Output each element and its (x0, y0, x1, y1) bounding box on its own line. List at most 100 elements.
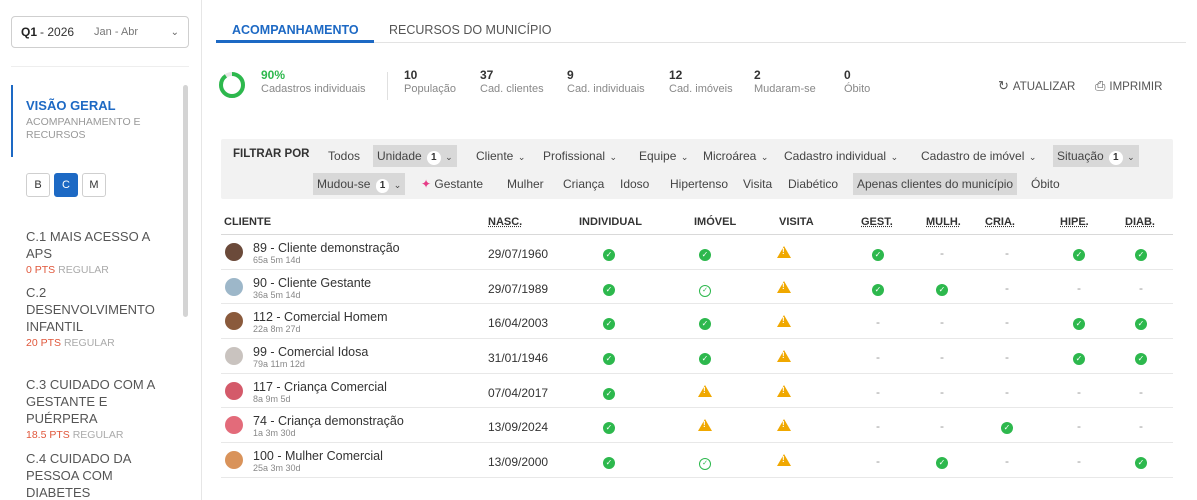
client-name[interactable]: 100 - Mulher Comercial (253, 449, 383, 463)
empty-value: - (1139, 384, 1143, 399)
filter-cad-individual[interactable]: Cadastro individual ⌄ (780, 145, 902, 167)
empty-value: - (1077, 419, 1081, 434)
overview-title[interactable]: VISÃO GERAL (26, 98, 116, 113)
cell-hipe: - (1072, 385, 1086, 399)
check-icon: ✓ (603, 422, 615, 435)
cell-gest: - (871, 350, 885, 364)
sidebar-item-c4[interactable]: C.4 CUIDADO DA PESSOA COM DIABETES (26, 450, 176, 500)
client-name[interactable]: 89 - Cliente demonstração (253, 241, 400, 255)
client-name[interactable]: 117 - Criança Comercial (253, 380, 387, 394)
cell-imovel: ✓ (698, 454, 712, 471)
table-row[interactable]: 90 - Cliente Gestante 36a 5m 14d 29/07/198… (221, 270, 1173, 305)
cell-imovel (698, 384, 712, 399)
th-cliente[interactable]: CLIENTE (224, 216, 271, 228)
table-row[interactable]: 99 - Comercial Idosa 79a 11m 12d 31/01/194… (221, 339, 1173, 374)
quarter-select[interactable]: Q1 - 2026 Jan - Abr ⌄ (11, 16, 189, 48)
cell-gest: - (871, 385, 885, 399)
filter-crianca[interactable]: Criança (559, 173, 608, 195)
th-imovel[interactable]: IMÓVEL (694, 216, 736, 228)
refresh-button[interactable]: ↻ ATUALIZAR (998, 78, 1075, 94)
th-cria[interactable]: CRIA. (985, 216, 1015, 228)
check-icon: ✓ (699, 353, 711, 366)
empty-value: - (876, 350, 880, 365)
cell-imovel (698, 419, 712, 433)
empty-value: - (1077, 454, 1081, 469)
cell-diab: - (1134, 281, 1148, 295)
cell-diab: ✓ (1134, 315, 1148, 331)
cell-diab: - (1134, 419, 1148, 433)
table-row[interactable]: 74 - Criança demonstração 1a 3m 30d 13/09/… (221, 408, 1173, 444)
filter-unidade[interactable]: Unidade 1 ⌄ (373, 145, 457, 167)
empty-value: - (940, 419, 944, 434)
client-name[interactable]: 99 - Comercial Idosa (253, 345, 368, 359)
filter-cliente[interactable]: Cliente ⌄ (472, 145, 529, 167)
filter-visita[interactable]: Visita (739, 173, 776, 195)
sidebar-item-title: C.4 CUIDADO DA PESSOA COM DIABETES (26, 451, 131, 500)
th-gest[interactable]: GEST. (861, 216, 893, 228)
check-icon: ✓ (699, 249, 711, 261)
empty-value: - (1139, 280, 1143, 295)
sidebar-item-c2[interactable]: C.2 DESENVOLVIMENTO INFANTIL 20 PTS REGU… (26, 284, 176, 349)
filter-gestante[interactable]: ✦ Gestante (417, 173, 487, 195)
table-row[interactable]: 100 - Mulher Comercial 25a 3m 30d 13/09/20… (221, 443, 1173, 478)
sidebar-item-c3[interactable]: C.3 CUIDADO COM A GESTANTE E PUÉRPERA 18… (26, 376, 176, 441)
tab-recursos-municipio[interactable]: RECURSOS DO MUNICÍPIO (389, 23, 552, 37)
tab-acompanhamento[interactable]: ACOMPANHAMENTO (232, 23, 359, 37)
filter-profissional[interactable]: Profissional ⌄ (539, 145, 621, 167)
check-icon: ✓ (699, 318, 711, 331)
th-individual[interactable]: INDIVIDUAL (579, 216, 642, 228)
print-button[interactable]: ⎙ IMPRIMIR (1095, 78, 1162, 94)
filter-diabetico[interactable]: Diabético (784, 173, 842, 195)
empty-value: - (876, 454, 880, 469)
level-toggle: B C M (26, 173, 110, 197)
empty-value: - (1005, 280, 1009, 295)
th-hipe[interactable]: HIPE. (1060, 216, 1089, 228)
cell-cria: - (1000, 246, 1014, 260)
th-nasc[interactable]: NASC. (488, 216, 522, 228)
stat-cad-individuais: 9 Cad. individuais (567, 68, 645, 95)
filter-apenas-municipio[interactable]: Apenas clientes do município (853, 173, 1018, 195)
chevron-down-icon: ⌄ (170, 26, 179, 38)
client-name[interactable]: 74 - Criança demonstração (253, 414, 404, 428)
th-visita[interactable]: VISITA (779, 216, 814, 228)
filter-idoso[interactable]: Idoso (616, 173, 653, 195)
filter-obito[interactable]: Óbito (1027, 173, 1064, 195)
sidebar-scrollbar[interactable] (183, 85, 188, 317)
cell-imovel: ✓ (698, 281, 712, 297)
cell-mulh: ✓ (935, 454, 949, 470)
avatar (225, 347, 243, 366)
table-row[interactable]: 89 - Cliente demonstração 65a 5m 14d 29/07… (221, 235, 1173, 270)
client-name[interactable]: 90 - Cliente Gestante (253, 276, 371, 290)
birth-date: 13/09/2000 (488, 455, 549, 470)
table-row[interactable]: 117 - Criança Comercial 8a 9m 5d 07/04/201… (221, 374, 1173, 409)
cell-visita (777, 315, 791, 329)
check-icon: ✓ (603, 283, 615, 296)
sidebar-item-title: C.2 DESENVOLVIMENTO INFANTIL (26, 285, 155, 334)
check-icon: ✓ (1073, 249, 1085, 261)
avatar (225, 381, 243, 400)
filter-mulher[interactable]: Mulher (503, 173, 548, 195)
table-row[interactable]: 112 - Comercial Homem 22a 8m 27d 16/04/200… (221, 304, 1173, 340)
client-age: 79a 11m 12d (253, 359, 305, 370)
th-diab[interactable]: DIAB. (1125, 216, 1155, 228)
level-b-button[interactable]: B (26, 173, 50, 197)
cell-mulh: - (935, 419, 949, 433)
filter-mudou-se[interactable]: Mudou-se 1 ⌄ (313, 173, 406, 195)
stat-cad-imoveis: 12 Cad. imóveis (669, 68, 733, 95)
level-m-button[interactable]: M (82, 173, 106, 197)
filter-equipe[interactable]: Equipe ⌄ (635, 145, 692, 167)
client-name[interactable]: 112 - Comercial Homem (253, 310, 388, 324)
filter-microarea[interactable]: Microárea ⌄ (699, 145, 772, 167)
level-c-button[interactable]: C (54, 173, 78, 197)
th-mulh[interactable]: MULH. (926, 216, 961, 228)
filter-todos[interactable]: Todos (324, 145, 364, 167)
empty-value: - (1077, 280, 1081, 295)
sidebar-item-c1[interactable]: C.1 MAIS ACESSO A APS 0 PTS REGULAR (26, 228, 176, 276)
filter-hipertenso[interactable]: Hipertenso (666, 173, 732, 195)
stat-mudaram-se: 2 Mudaram-se (754, 68, 816, 95)
check-icon: ✓ (603, 249, 615, 261)
cell-visita (777, 419, 791, 433)
filter-cad-imovel[interactable]: Cadastro de imóvel ⌄ (917, 145, 1040, 167)
birth-date: 16/04/2003 (488, 316, 549, 331)
filter-situacao[interactable]: Situação 1 ⌄ (1053, 145, 1139, 167)
